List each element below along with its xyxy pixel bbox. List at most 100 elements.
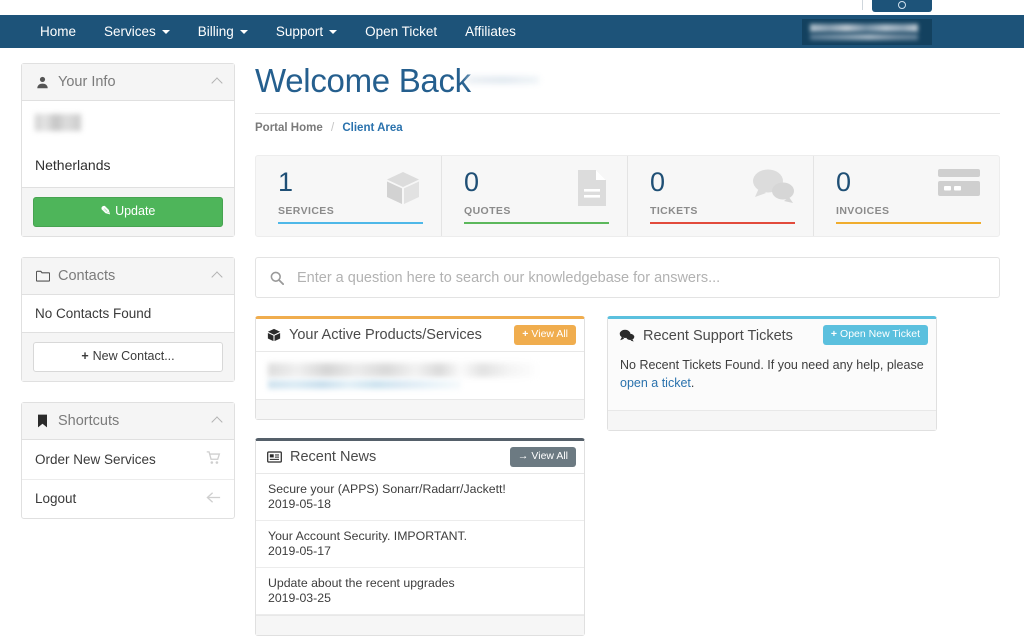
newspaper-icon	[267, 451, 282, 463]
stat-card-quotes[interactable]: 0 QUOTES	[442, 156, 628, 236]
page-body: Your Info Netherlands ✎Update Contacts	[0, 48, 1024, 636]
stat-card-services[interactable]: 1 SERVICES	[256, 156, 442, 236]
news-date: 2019-05-17	[268, 544, 331, 558]
plus-icon: +	[81, 348, 89, 363]
news-title: Update about the recent upgrades	[268, 576, 455, 590]
view-all-label: View All	[531, 450, 568, 462]
breadcrumb-home[interactable]: Portal Home	[255, 122, 323, 134]
breadcrumb: Portal Home / Client Area	[255, 114, 1000, 134]
chevron-up-icon[interactable]	[211, 271, 223, 283]
breadcrumb-separator: /	[330, 122, 335, 134]
nav-item-affiliates[interactable]: Affiliates	[451, 15, 530, 48]
product-name-redacted	[268, 363, 536, 377]
view-all-news-button[interactable]: → View All	[509, 447, 576, 467]
plus-icon: +	[522, 328, 529, 340]
panel-your-info-header[interactable]: Your Info	[22, 64, 234, 101]
nav-item-label: Open Ticket	[365, 24, 438, 39]
chat-icon	[619, 329, 635, 342]
stat-accent-bar	[278, 222, 423, 224]
news-date: 2019-05-18	[268, 497, 331, 511]
stat-card-tickets[interactable]: 0 TICKETS	[628, 156, 814, 236]
your-info-footer: ✎ Update	[22, 187, 234, 236]
news-title: Your Account Security. IMPORTANT.	[268, 529, 468, 543]
arrow-left-icon	[206, 491, 221, 507]
account-button-cutoff[interactable]	[872, 0, 932, 12]
view-all-label: View All	[531, 328, 568, 340]
credit-card-icon	[937, 168, 981, 201]
news-item[interactable]: Update about the recent upgrades 2019-03…	[256, 568, 584, 615]
stat-accent-bar	[836, 222, 981, 224]
page-title-text: Welcome Back	[255, 62, 471, 99]
stat-label: INVOICES	[836, 205, 890, 217]
account-name-redacted	[35, 114, 81, 131]
panel-title: Shortcuts	[58, 412, 120, 429]
nav-item-support[interactable]: Support	[262, 15, 351, 48]
nav-item-label: Support	[275, 24, 324, 39]
panel-your-info: Your Info Netherlands ✎ Update	[21, 63, 235, 237]
nav-item-home[interactable]: Home	[26, 15, 90, 48]
news-item[interactable]: Secure your (APPS) Sonarr/Radarr/Jackett…	[256, 474, 584, 521]
nav-item-label: Services	[104, 24, 156, 39]
card-recent-news: Recent News → View All Secure your (APPS)…	[255, 438, 585, 636]
card-header: Recent News → View All	[256, 441, 584, 474]
shortcut-order-new-services[interactable]: Order New Services	[22, 440, 234, 480]
tickets-empty-state: No Recent Tickets Found. If you need any…	[608, 352, 936, 411]
widget-columns: Your Active Products/Services +View All	[255, 316, 1000, 636]
open-new-ticket-button[interactable]: + Open New Ticket	[822, 325, 928, 345]
panel-shortcuts: Shortcuts Order New Services Logout	[21, 401, 235, 519]
tickets-empty-text-end: .	[690, 376, 695, 391]
new-contact-button[interactable]: + New Contact...	[33, 341, 223, 372]
panel-title: Your Info	[58, 74, 116, 90]
card-active-products: Your Active Products/Services + View All	[255, 316, 585, 420]
page-title: Welcome Back	[255, 48, 1000, 100]
knowledgebase-search[interactable]	[255, 257, 1000, 298]
chevron-down-icon	[329, 29, 338, 34]
user-circle-icon	[898, 1, 906, 9]
card-title: Recent News	[290, 449, 377, 465]
chevron-up-icon[interactable]	[211, 415, 223, 428]
stat-accent-bar	[464, 222, 609, 224]
card-title: Recent Support Tickets	[643, 327, 793, 344]
news-date: 2019-03-25	[268, 591, 331, 605]
search-icon	[270, 271, 284, 285]
nav-item-open-ticket[interactable]: Open Ticket	[351, 15, 451, 48]
main-navbar: Home Services Billing Support Open Ticke…	[0, 15, 1024, 48]
arrow-right-icon: →	[517, 450, 529, 462]
box-icon	[267, 328, 281, 342]
panel-contacts-header[interactable]: Contacts	[22, 257, 234, 295]
open-a-ticket-link[interactable]: open a ticket	[620, 376, 691, 390]
user-icon	[35, 76, 50, 89]
nav-item-label: Billing	[197, 24, 234, 39]
shortcut-logout[interactable]: Logout	[22, 480, 234, 518]
stat-card-invoices[interactable]: 0 INVOICES	[814, 156, 999, 236]
document-icon	[575, 168, 609, 211]
card-header: Recent Support Tickets + Open New Ticket	[608, 319, 936, 352]
your-info-body: Netherlands	[22, 101, 234, 173]
breadcrumb-current[interactable]: Client Area	[342, 122, 402, 134]
chevron-up-icon[interactable]	[211, 77, 223, 89]
sidebar: Your Info Netherlands ✎Update Contacts	[21, 63, 235, 539]
bookmark-icon	[35, 414, 50, 428]
shortcut-label: Logout	[35, 491, 77, 506]
chevron-down-icon	[161, 29, 170, 34]
folder-icon	[35, 270, 50, 282]
nav-user-menu-redacted[interactable]	[802, 19, 932, 45]
view-all-products-button[interactable]: + View All	[514, 325, 576, 345]
card-header: Your Active Products/Services + View All	[256, 319, 584, 352]
nav-item-services[interactable]: Services	[90, 15, 184, 48]
panel-shortcuts-header[interactable]: Shortcuts	[22, 402, 234, 440]
product-link-redacted	[268, 380, 461, 389]
update-button[interactable]: ✎ Update	[33, 197, 223, 227]
stats-row: 1 SERVICES 0 QUOTES 0 TICKETS 0 INVOICES	[255, 155, 1000, 237]
nav-item-billing[interactable]: Billing	[184, 15, 262, 48]
account-name-redacted	[467, 76, 539, 84]
contacts-footer: + New Contact...	[22, 331, 234, 381]
update-button-label: Update	[115, 204, 156, 218]
search-input[interactable]	[295, 268, 985, 287]
nav-item-label: Home	[40, 24, 77, 39]
chat-icon	[751, 168, 795, 207]
card-footer	[608, 410, 936, 431]
card-recent-tickets: Recent Support Tickets + Open New Ticket …	[607, 316, 937, 432]
news-item[interactable]: Your Account Security. IMPORTANT. 2019-0…	[256, 521, 584, 568]
top-header-strip	[0, 0, 1024, 15]
